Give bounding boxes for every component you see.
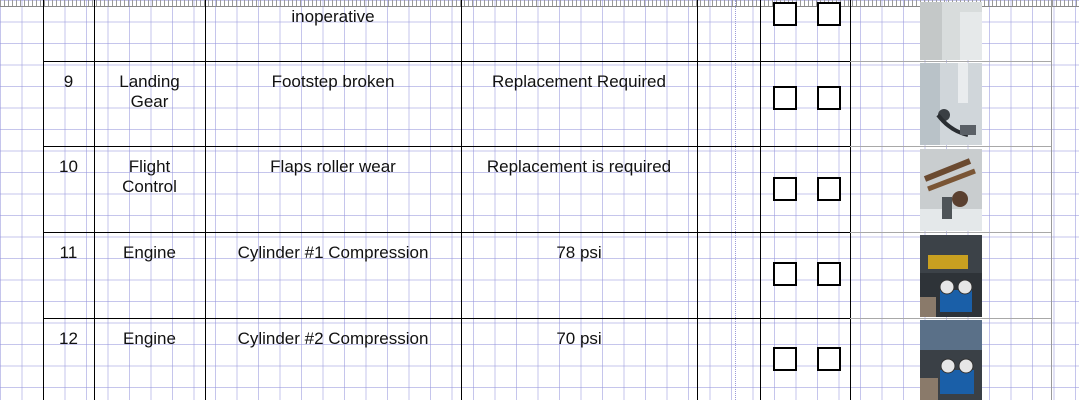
photo-column-right-border (1051, 0, 1052, 400)
system-cell: Engine (94, 329, 205, 349)
action-cell: 70 psi (556, 329, 602, 348)
system-line: Control (122, 177, 177, 196)
row-divider (43, 146, 850, 147)
checkbox-defect[interactable] (817, 2, 841, 26)
flap-roller-photo (920, 149, 982, 231)
description-cell: Footstep broken (271, 72, 395, 91)
system-cell: Flight Control (94, 157, 205, 197)
system-cell: Landing Gear (94, 72, 205, 112)
row-divider (850, 232, 1051, 233)
checkbox-ok[interactable] (773, 2, 797, 26)
checkbox-ok[interactable] (773, 262, 797, 286)
checkbox-defect[interactable] (817, 262, 841, 286)
row-divider (850, 146, 1051, 147)
defect-photo (920, 2, 982, 60)
checkbox-ok[interactable] (773, 177, 797, 201)
action-cell: Replacement is required (486, 157, 672, 176)
description-cell: Cylinder #2 Compression (237, 329, 429, 348)
row-number: 9 (63, 72, 74, 91)
row-divider (850, 318, 1051, 319)
row-number: 11 (59, 243, 78, 262)
system-line: Engine (123, 243, 176, 262)
row-divider (850, 61, 1051, 62)
checkbox-defect[interactable] (817, 86, 841, 110)
top-ruler (0, 0, 1079, 7)
checkbox-defect[interactable] (817, 347, 841, 371)
row-divider (43, 318, 850, 319)
action-cell: Replacement Required (492, 72, 666, 91)
checkbox-ok[interactable] (773, 86, 797, 110)
row-divider (43, 232, 850, 233)
system-cell: Engine (94, 243, 205, 263)
checkbox-ok[interactable] (773, 347, 797, 371)
description-cell: Flaps roller wear (270, 157, 396, 176)
description-cell: inoperative (291, 7, 375, 26)
row-divider (43, 61, 850, 62)
description-cell: Cylinder #1 Compression (237, 243, 429, 262)
system-line: Flight (128, 157, 171, 176)
row-number: 12 (59, 329, 78, 348)
column-divider-action (697, 0, 698, 400)
column-divider-checkboxes (850, 0, 851, 400)
compression-gauge-photo (920, 320, 982, 400)
checkbox-defect[interactable] (817, 177, 841, 201)
system-line: Gear (130, 92, 169, 111)
system-line: Engine (123, 329, 176, 348)
system-line: Landing (119, 72, 180, 91)
action-cell: 78 psi (556, 243, 602, 262)
compression-gauge-photo (920, 235, 982, 317)
row-number: 10 (59, 157, 78, 176)
column-divider-status (760, 0, 761, 400)
landing-gear-footstep-photo (920, 63, 982, 145)
column-divider-dotted (735, 0, 736, 400)
